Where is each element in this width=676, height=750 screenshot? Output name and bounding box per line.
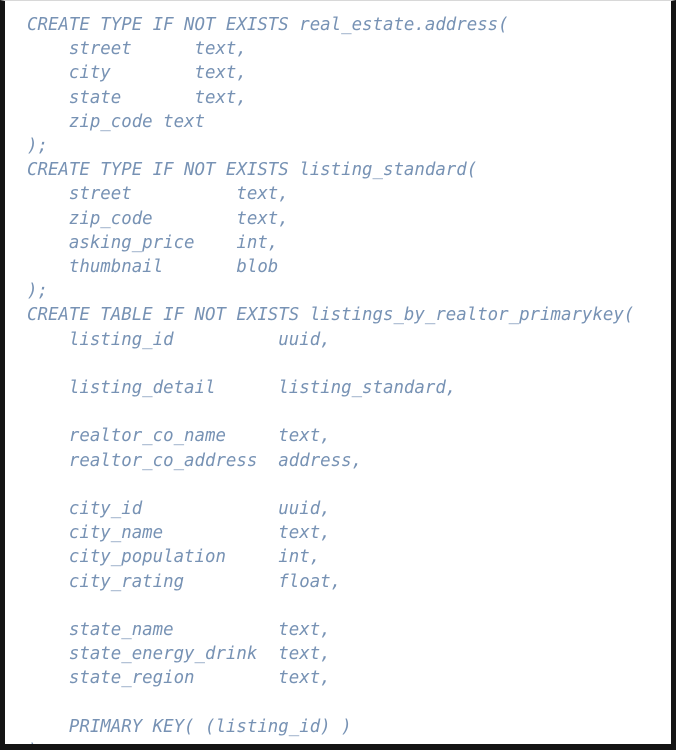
code-line: street text, [27, 39, 247, 60]
code-line: listing_id uuid, [27, 329, 331, 350]
code-line: city_population int, [27, 547, 321, 568]
code-listing-figure: CREATE TYPE IF NOT EXISTS real_estate.ad… [0, 0, 676, 750]
code-line: zip_code text [27, 111, 205, 132]
code-line: ); [27, 281, 48, 302]
code-line: state text, [27, 87, 247, 108]
cql-code-block: CREATE TYPE IF NOT EXISTS real_estate.ad… [27, 13, 671, 744]
code-line: city text, [27, 63, 247, 84]
code-line: thumbnail blob [27, 257, 279, 278]
code-line: city_name text, [27, 523, 331, 544]
code-line: PRIMARY KEY( (listing_id) ) [27, 716, 352, 737]
code-line: CREATE TYPE IF NOT EXISTS real_estate.ad… [27, 15, 509, 35]
code-line: street text, [27, 184, 289, 205]
code-line: state_region text, [27, 668, 331, 689]
code-line: ); [27, 136, 48, 157]
code-line: realtor_co_address address, [27, 450, 363, 471]
code-line: state_energy_drink text, [27, 644, 331, 665]
code-line: ); [27, 739, 671, 744]
code-line: state_name text, [27, 620, 331, 641]
code-line: listing_detail listing_standard, [27, 378, 457, 399]
code-line: asking_price int, [27, 232, 279, 253]
code-line: CREATE TABLE IF NOT EXISTS listings_by_r… [27, 305, 635, 326]
code-line: city_rating float, [27, 571, 342, 592]
code-line: CREATE TYPE IF NOT EXISTS listing_standa… [27, 160, 478, 181]
code-line: realtor_co_name text, [27, 426, 331, 447]
code-line: zip_code text, [27, 208, 289, 229]
code-line: city_id uuid, [27, 499, 331, 520]
